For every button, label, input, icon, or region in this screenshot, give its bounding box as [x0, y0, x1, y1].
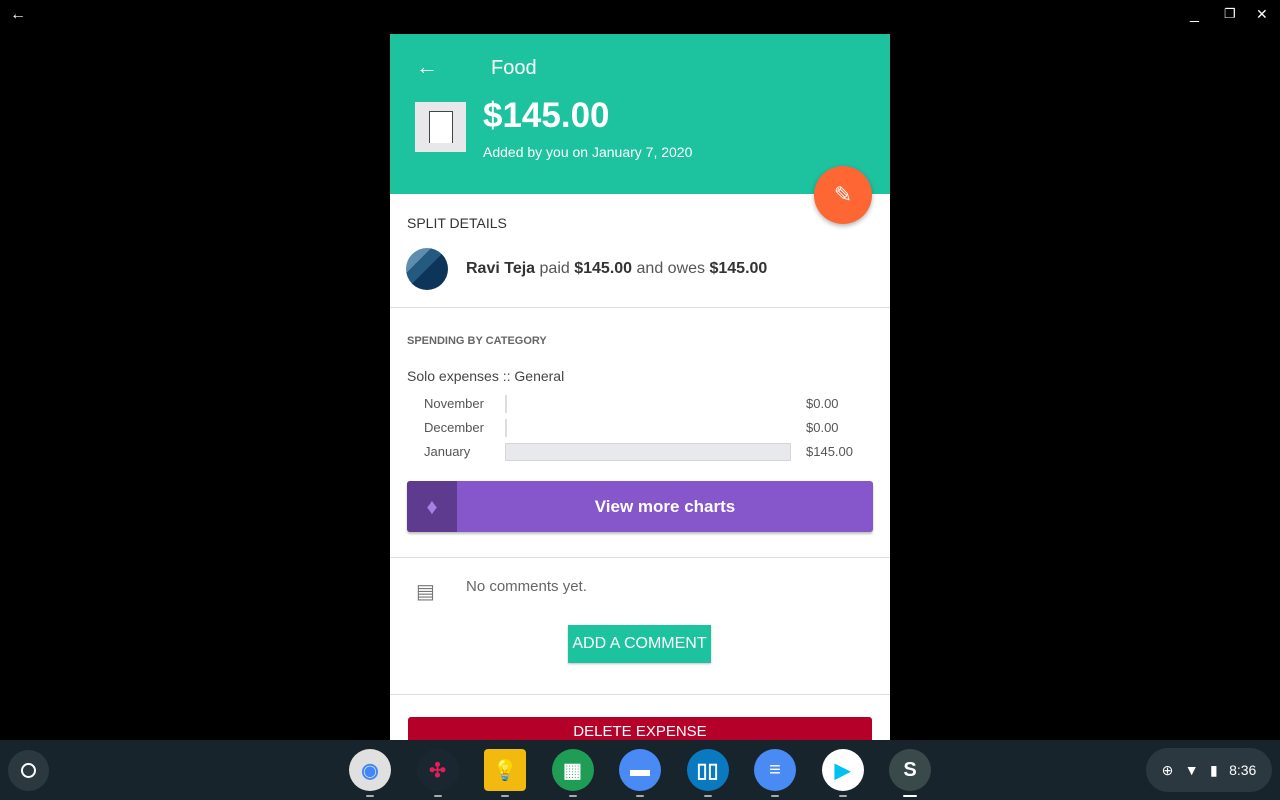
expense-detail: ← Food $145.00 Added by you on January 7… [390, 34, 890, 740]
spending-bar [505, 419, 507, 437]
add-icon: ⊕ [1161, 761, 1174, 778]
shelf-app-chrome[interactable]: ◉ [349, 749, 391, 791]
paid-word: paid [539, 260, 570, 277]
running-indicator [366, 795, 374, 797]
expense-amount: $145.00 [483, 96, 610, 135]
shelf-app-trello[interactable]: ▯▯ [686, 749, 729, 791]
back-icon[interactable]: ← [10, 6, 26, 24]
shelf-app-files[interactable]: ▬ [619, 749, 661, 791]
view-more-charts-button[interactable]: ♦ View more charts [407, 481, 873, 532]
shelf-app-docs[interactable]: ≡ [754, 749, 796, 791]
wifi-icon: ▼ [1184, 762, 1199, 778]
added-by-text: Added by you on January 7, 2020 [483, 144, 693, 160]
gem-icon: ♦ [407, 481, 457, 532]
spending-subtitle: Solo expenses :: General [407, 368, 565, 384]
shelf-app-slack[interactable]: ✣ [416, 749, 459, 791]
back-arrow-icon[interactable]: ← [416, 54, 438, 80]
owes-amount: $145.00 [709, 260, 768, 277]
month-value: $0.00 [806, 420, 839, 435]
running-indicator [501, 795, 509, 797]
running-indicator [636, 795, 644, 797]
month-label: December [424, 420, 484, 435]
view-more-charts-label: View more charts [594, 496, 736, 516]
month-value: $0.00 [806, 396, 839, 411]
pencil-icon: ✎ [833, 182, 853, 207]
spending-row: November $0.00 [424, 394, 864, 414]
running-indicator [433, 795, 442, 797]
minimize-button[interactable]: _ [1190, 6, 1199, 24]
shelf-app-play-store[interactable]: ▶ [821, 749, 864, 791]
spending-row: January $145.00 [424, 442, 864, 462]
running-indicator [771, 795, 779, 797]
delete-expense-button[interactable]: DELETE EXPENSE [408, 717, 872, 740]
divider [390, 557, 890, 558]
no-comments-text: No comments yet. [466, 578, 587, 595]
launcher-button[interactable] [8, 750, 49, 791]
running-indicator [903, 795, 917, 797]
shelf-app-sheets[interactable]: ▦ [551, 749, 594, 791]
divider [390, 694, 890, 695]
spending-title: SPENDING BY CATEGORY [407, 335, 547, 347]
receipt-icon[interactable] [415, 102, 466, 152]
avatar [406, 248, 448, 290]
shelf-app-splitwise[interactable]: S [889, 749, 931, 791]
month-label: November [424, 396, 484, 411]
battery-icon: ▮ [1209, 761, 1218, 778]
shelf: ◉ ✣ 💡 ▦ ▬ ▯▯ ≡ ▶ S ⊕ ▼ ▮ 8:36 [0, 740, 1280, 800]
expense-header: ← Food $145.00 Added by you on January 7… [390, 34, 890, 194]
running-indicator [838, 795, 847, 797]
close-button[interactable]: ✕ [1256, 6, 1268, 23]
paid-amount: $145.00 [574, 260, 633, 277]
month-label: January [424, 444, 471, 459]
status-tray[interactable]: ⊕ ▼ ▮ 8:36 [1146, 748, 1272, 792]
month-value: $145.00 [806, 444, 853, 459]
split-details-title: SPLIT DETAILS [407, 215, 507, 231]
add-comment-button[interactable]: ADD A COMMENT [568, 625, 711, 663]
running-indicator [568, 795, 577, 797]
spending-bar [505, 395, 507, 413]
running-indicator [703, 795, 712, 797]
spending-bar [505, 443, 791, 461]
divider [390, 307, 890, 308]
edit-button[interactable]: ✎ [814, 166, 872, 224]
spending-row: December $0.00 [424, 418, 864, 438]
maximize-button[interactable]: ❐ [1224, 6, 1236, 22]
split-summary: Ravi Teja paid $145.00 and owes $145.00 [466, 260, 767, 278]
clock: 8:36 [1229, 762, 1257, 778]
shelf-app-keep[interactable]: 💡 [484, 749, 526, 791]
owes-word: and owes [636, 260, 706, 277]
category-title: Food [491, 57, 537, 79]
payer-name: Ravi Teja [466, 260, 536, 277]
comment-icon: ▤ [416, 581, 435, 603]
